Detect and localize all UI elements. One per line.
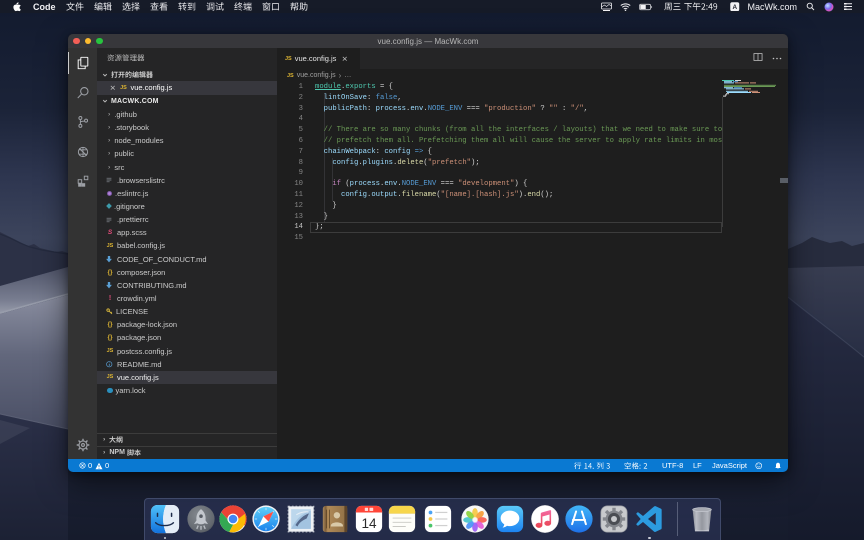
svg-text:A: A	[732, 4, 737, 11]
svg-text:14: 14	[361, 516, 377, 531]
